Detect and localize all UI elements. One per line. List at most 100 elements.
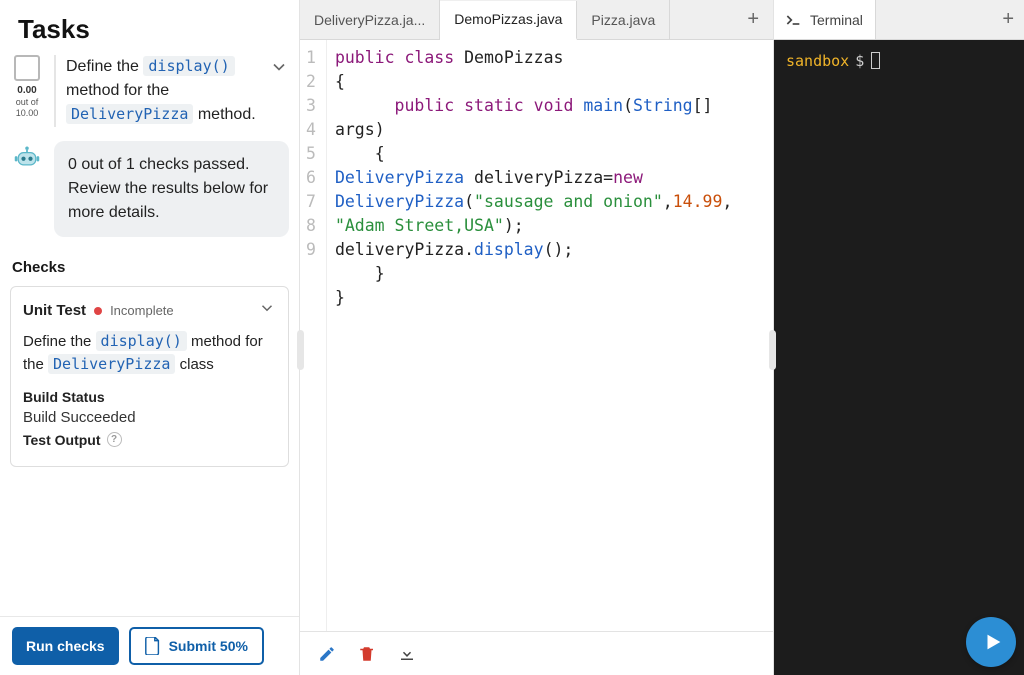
tok — [335, 96, 395, 115]
tok: display — [474, 240, 544, 259]
tok: { — [335, 72, 345, 91]
tok: main — [583, 96, 623, 115]
tok: ) — [375, 120, 385, 139]
bot-message: 0 out of 1 checks passed. Review the res… — [54, 141, 289, 237]
code-line: public static void main(String[] args) — [335, 94, 732, 142]
panel-resize-handle[interactable] — [297, 330, 304, 370]
tok: class — [404, 48, 454, 67]
panel-resize-handle[interactable] — [769, 330, 776, 370]
tok: . — [464, 240, 474, 259]
build-status-value: Build Succeeded — [23, 409, 276, 426]
tok: public — [395, 96, 455, 115]
play-icon — [982, 631, 1004, 653]
tok: void — [534, 96, 574, 115]
tok: 14.99 — [673, 192, 723, 211]
task-desc-text: Define the — [66, 58, 143, 75]
delete-button[interactable] — [358, 645, 376, 663]
download-icon — [398, 645, 416, 663]
terminal-area[interactable]: sandbox$ — [774, 40, 1024, 675]
file-icon — [145, 637, 161, 655]
code-line: public class DemoPizzas — [335, 46, 732, 70]
check-status: Incomplete — [110, 303, 174, 318]
tok: (); — [544, 240, 574, 259]
trash-icon — [358, 645, 376, 663]
tok: } — [375, 264, 385, 283]
check-title: Unit Test — [23, 302, 86, 319]
check-header[interactable]: Unit Test Incomplete — [23, 299, 276, 322]
task-item: 0.00 out of 10.00 Define the display() m… — [10, 55, 289, 133]
task-desc-text: method. — [193, 106, 255, 123]
line-number: 6 — [306, 166, 316, 190]
code-editor[interactable]: 1 2 3 4 5 6 7 8 9 public class DemoPizza… — [300, 40, 773, 631]
task-description: Define the display() method for the Deli… — [66, 55, 289, 127]
tok: [] — [693, 96, 713, 115]
editor-tab[interactable]: DeliveryPizza.ja... — [300, 0, 440, 39]
bot-feedback-row: 0 out of 1 checks passed. Review the res… — [10, 133, 289, 251]
code-line: } — [335, 286, 732, 310]
chevron-down-icon — [269, 57, 289, 77]
tok — [335, 144, 375, 163]
tok: "sausage and onion" — [474, 192, 663, 211]
pencil-icon — [318, 645, 336, 663]
tasks-header: Tasks — [0, 0, 299, 55]
status-dot-icon — [94, 307, 102, 315]
submit-button[interactable]: Submit 50% — [129, 627, 264, 665]
terminal-prompt: sandbox — [786, 52, 849, 70]
tasks-title: Tasks — [18, 14, 281, 45]
tok: static — [464, 96, 524, 115]
terminal-icon — [786, 13, 802, 27]
line-gutter: 1 2 3 4 5 6 7 8 9 — [300, 40, 327, 631]
tok: } — [335, 288, 345, 307]
editor-tab[interactable]: DemoPizzas.java — [440, 1, 577, 40]
task-desc-code: DeliveryPizza — [66, 104, 193, 124]
tok: args — [335, 120, 375, 139]
task-desc-code: display() — [143, 56, 234, 76]
tok: new — [613, 168, 643, 187]
code-line: DeliveryPizza deliveryPizza=new Delivery… — [335, 166, 732, 238]
editor-toolbar — [300, 631, 773, 675]
check-desc-code: DeliveryPizza — [48, 354, 175, 374]
download-button[interactable] — [398, 645, 416, 663]
terminal-tabs: Terminal + — [774, 0, 1024, 40]
code-line: { — [335, 70, 732, 94]
line-number: 7 — [306, 190, 316, 214]
line-number: 9 — [306, 238, 316, 262]
tok: , — [663, 192, 673, 211]
code-content[interactable]: public class DemoPizzas { public static v… — [327, 40, 740, 631]
terminal-cursor — [871, 52, 880, 69]
add-tab-button[interactable]: + — [737, 8, 769, 31]
tasks-panel: Tasks 0.00 out of 10.00 Define the displ… — [0, 0, 300, 675]
run-button[interactable] — [966, 617, 1016, 667]
tok: DeliveryPizza — [335, 168, 464, 187]
bot-icon — [10, 141, 44, 237]
tok: public — [335, 48, 395, 67]
editor-tabs: DeliveryPizza.ja... DemoPizzas.java Pizz… — [300, 0, 773, 40]
task-checkbox[interactable] — [14, 55, 40, 81]
code-line: { — [335, 142, 732, 166]
task-desc-text: method for the — [66, 82, 169, 99]
tok: deliveryPizza — [464, 168, 603, 187]
task-desc-wrap: Define the display() method for the Deli… — [54, 55, 289, 127]
line-number: 5 — [306, 142, 316, 166]
run-checks-button[interactable]: Run checks — [12, 627, 119, 665]
code-line: deliveryPizza.display(); — [335, 238, 732, 262]
tok — [335, 264, 375, 283]
checks-heading: Checks — [12, 259, 289, 276]
tok: ); — [504, 216, 524, 235]
terminal-tab[interactable]: Terminal — [774, 0, 876, 39]
line-number: 4 — [306, 118, 316, 142]
tasks-body: 0.00 out of 10.00 Define the display() m… — [0, 55, 299, 616]
tok: String — [633, 96, 693, 115]
check-desc-text: Define the — [23, 333, 96, 350]
check-expand-toggle[interactable] — [258, 299, 276, 322]
add-terminal-button[interactable]: + — [992, 8, 1024, 31]
edit-button[interactable] — [318, 645, 336, 663]
task-checkbox-column: 0.00 out of 10.00 — [10, 55, 44, 127]
score-total: 10.00 — [16, 108, 39, 119]
help-icon[interactable]: ? — [107, 432, 122, 447]
editor-tab[interactable]: Pizza.java — [577, 0, 670, 39]
check-description: Define the display() method for the Deli… — [23, 330, 276, 377]
task-expand-toggle[interactable] — [269, 57, 289, 82]
tok: = — [603, 168, 613, 187]
build-status-heading: Build Status — [23, 389, 276, 405]
